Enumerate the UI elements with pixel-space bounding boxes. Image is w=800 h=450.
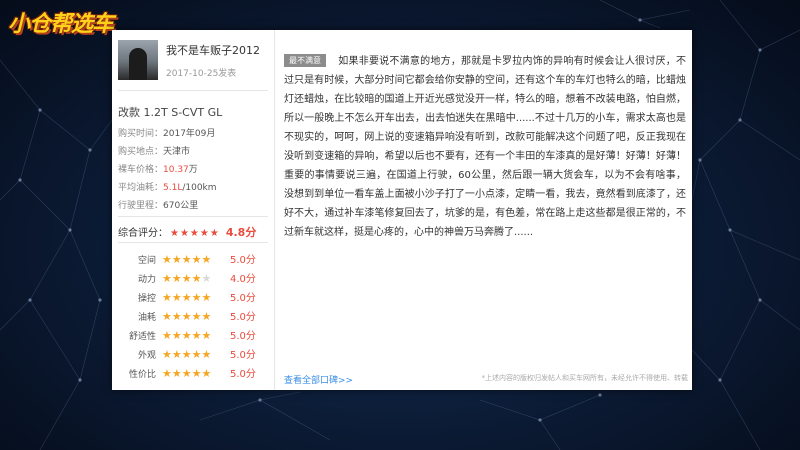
sub-rating-row: 外观 ★★★★★ 5.0分 [112,345,256,364]
star-icons: ★★★★★ [162,269,224,288]
dissatisfied-tag: 最不满意 [284,54,326,67]
star-icon: ★ [191,329,202,342]
star-icon: ★ [191,253,202,266]
bare-price-row: 裸车价格：10.37万 [118,161,217,179]
info-suffix: 万 [188,165,198,175]
sub-rating-row: 舒适性 ★★★★★ 5.0分 [112,326,256,345]
info-label: 行驶里程： [118,201,164,211]
star-icon: ★ [201,367,212,380]
star-icon: ★ [171,291,182,304]
sub-rating-score: 5.0分 [230,369,256,380]
star-icon: ★ [162,272,172,285]
star-icon: ★ [171,348,182,361]
star-icon: ★ [181,253,192,266]
mileage-row: 行驶里程：670公里 [118,197,217,215]
star-icon: ★ [201,348,212,361]
review-body: 最不满意 如果非要说不满意的地方，那就是卡罗拉内饰的异响有时候会让人很讨厌，不过只… [284,52,686,242]
star-icon: ★ [201,329,212,342]
fuel-consumption-row: 平均油耗：5.1L/100km [118,179,217,197]
review-text: 如果非要说不满意的地方，那就是卡罗拉内饰的异响有时候会让人很讨厌，不过只是有时候… [284,56,686,238]
star-icons: ★★★★★ [162,326,224,345]
star-icons: ★★★★★ [162,250,224,269]
star-icon: ★ [162,329,172,342]
overall-rating: 综合评分： ★★★★★ 4.8分 [118,224,257,239]
sub-rating-score: 5.0分 [230,293,256,304]
info-value: 2017年09月 [163,129,216,139]
star-icon: ★ [171,329,182,342]
car-model: 改款 1.2T S-CVT GL [118,106,223,119]
star-icon: ★ [201,310,212,323]
star-icons: ★★★★★ [162,288,224,307]
sub-rating-score: 5.0分 [230,255,256,266]
star-icons: ★★★★★ [162,307,224,326]
purchase-info: 购买时间：2017年09月 购买地点：天津市 裸车价格：10.37万 平均油耗：… [118,125,217,215]
review-content: 最不满意 如果非要说不满意的地方，那就是卡罗拉内饰的异响有时候会让人很讨厌，不过只… [274,30,692,390]
username[interactable]: 我不是车贩子2012 [166,42,260,58]
sub-rating-row: 操控 ★★★★★ 5.0分 [112,288,256,307]
star-icon: ★ [191,291,202,304]
info-value: 670公里 [163,201,199,211]
sub-rating-row: 空间 ★★★★★ 5.0分 [112,250,256,269]
sub-rating-row: 油耗 ★★★★★ 5.0分 [112,307,256,326]
info-label: 平均油耗： [118,183,164,193]
star-icon: ★ [191,348,202,361]
divider [118,90,268,91]
star-icon: ★ [162,310,172,323]
star-icon: ★ [181,310,192,323]
star-icon: ★ [191,272,202,285]
sub-rating-row: 动力 ★★★★★ 4.0分 [112,269,256,288]
info-value: 天津市 [163,147,191,157]
sub-rating-score: 5.0分 [230,350,256,361]
star-icon: ★ [171,310,182,323]
star-icon: ★ [162,291,172,304]
overall-rating-label: 综合评分： [118,228,168,239]
star-icon: ★ [181,272,192,285]
overall-star-icons: ★★★★★ [170,228,220,239]
star-icon: ★ [191,310,202,323]
star-icon: ★ [181,291,192,304]
sub-rating-score: 4.0分 [230,274,256,285]
star-icon: ★ [201,291,212,304]
copyright-notice: *上述内容的版权归发帖人和买车网所有，未经允许不得使用、转载 [481,374,689,382]
view-all-reviews-link[interactable]: 查看全部口碑>> [284,373,353,386]
sub-rating-score: 5.0分 [230,312,256,323]
star-icon: ★ [171,367,182,380]
star-icon: ★ [162,367,172,380]
purchase-location-row: 购买地点：天津市 [118,143,217,161]
star-icon: ★ [162,253,172,266]
review-card: 我不是车贩子2012 2017-10-25发表 改款 1.2T S-CVT GL… [112,30,692,390]
star-icon: ★ [201,253,212,266]
star-icon: ★ [181,329,192,342]
reviewer-panel: 我不是车贩子2012 2017-10-25发表 改款 1.2T S-CVT GL… [112,30,275,390]
info-suffix: /100km [182,183,217,193]
info-value: 5.1L [163,183,183,193]
star-icon: ★ [171,272,182,285]
post-date: 2017-10-25发表 [166,69,237,79]
info-label: 裸车价格： [118,165,164,175]
avatar[interactable] [118,40,158,80]
info-value: 10.37 [163,165,189,175]
star-icons: ★★★★★ [162,364,224,383]
star-icon: ★ [191,367,202,380]
star-icon: ★ [181,367,192,380]
sub-ratings: 空间 ★★★★★ 5.0分 动力 ★★★★★ 4.0分 操控 ★★★★★ 5.0分 油耗 ★★★★★… [112,250,256,383]
star-icon: ★ [171,253,182,266]
info-label: 购买时间： [118,129,164,139]
star-icon: ★ [162,348,172,361]
sub-rating-label: 性价比 [128,370,156,380]
divider [118,216,268,217]
star-icon: ★ [181,348,192,361]
star-icons: ★★★★★ [162,345,224,364]
star-icon: ★ [201,272,212,285]
sub-rating-score: 5.0分 [230,331,256,342]
overall-rating-score: 4.8分 [225,226,257,239]
purchase-date-row: 购买时间：2017年09月 [118,125,217,143]
info-label: 购买地点： [118,147,164,157]
brand-logo: 小仓帮选车 [8,12,114,37]
sub-rating-row: 性价比 ★★★★★ 5.0分 [112,364,256,383]
divider [118,242,268,243]
